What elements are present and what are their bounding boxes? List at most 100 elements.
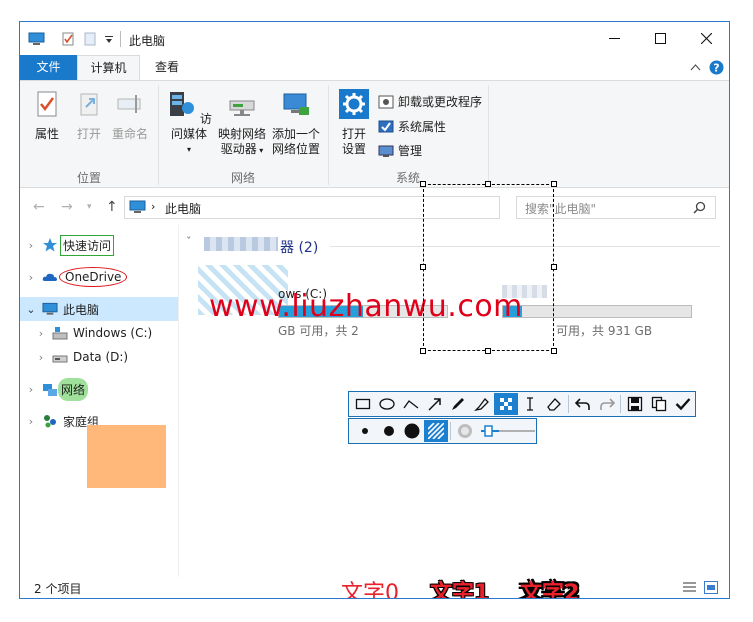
undo-icon — [574, 398, 590, 410]
save-button[interactable] — [623, 393, 647, 415]
selection-rectangle[interactable] — [423, 184, 554, 351]
breadcrumb-chevron-icon[interactable]: › — [151, 200, 155, 213]
chevron-right-icon[interactable]: › — [20, 383, 42, 396]
group-header[interactable]: 器 (2) — [280, 237, 318, 257]
resize-handle[interactable] — [420, 264, 426, 270]
up-arrow-icon[interactable]: ↑ — [106, 199, 118, 215]
properties-button[interactable]: 属性 — [30, 89, 64, 142]
resize-handle[interactable] — [420, 181, 426, 187]
system-properties-label: 系统属性 — [398, 120, 447, 134]
add-location-label-line2: 网络位置 — [271, 142, 320, 156]
large-icons-view-icon[interactable] — [704, 581, 718, 594]
close-button[interactable] — [683, 22, 729, 55]
new-folder-icon[interactable] — [83, 32, 97, 46]
mosaic-pattern-button[interactable] — [424, 420, 448, 442]
sidebar-item-label: Data (D:) — [73, 350, 129, 364]
open-button[interactable]: 打开 — [72, 89, 106, 142]
chevron-down-icon[interactable]: ˇ — [186, 235, 192, 248]
sidebar-item-quick-access[interactable]: › 快速访问 — [20, 233, 178, 257]
maximize-button[interactable] — [637, 22, 683, 55]
rename-button[interactable]: 重命名 — [110, 89, 150, 142]
copy-button[interactable] — [647, 393, 671, 415]
add-network-location-button[interactable]: 添加一个 网络位置 — [270, 89, 322, 157]
text-tool-button[interactable] — [518, 393, 542, 415]
line-tool-button[interactable] — [399, 393, 423, 415]
arrow-tool-button[interactable] — [423, 393, 447, 415]
minimize-icon — [608, 38, 620, 39]
network-drive-icon — [229, 100, 255, 116]
star-icon — [43, 238, 57, 252]
undo-button[interactable] — [571, 393, 595, 415]
system-properties-button[interactable]: 系统属性 — [378, 118, 446, 135]
manage-button[interactable]: 管理 — [378, 142, 422, 159]
uninstall-icon — [378, 95, 394, 108]
resize-handle[interactable] — [551, 181, 557, 187]
window-title: 此电脑 — [129, 34, 166, 48]
blur-strength-icon-button[interactable] — [453, 420, 477, 442]
slider-thumb[interactable] — [483, 425, 493, 437]
tab-view[interactable]: 查看 — [140, 55, 194, 80]
group-label-location: 位置 — [76, 171, 101, 185]
chevron-right-icon[interactable]: › — [20, 239, 42, 252]
map-drive-button[interactable]: 映射网络 驱动器 ▾ — [216, 89, 268, 158]
group-separator — [488, 85, 489, 185]
recent-chevron-icon[interactable]: ▾ — [87, 202, 92, 212]
mosaic-icon — [500, 398, 513, 410]
search-icon[interactable] — [693, 201, 706, 214]
sidebar-item-onedrive[interactable]: › OneDrive — [20, 265, 178, 289]
chevron-right-icon[interactable]: › — [30, 327, 52, 340]
brush-size-medium-button[interactable] — [377, 420, 401, 442]
redo-button[interactable] — [595, 393, 619, 415]
brush-size-small-button[interactable] — [353, 420, 377, 442]
large-dot-icon — [404, 423, 420, 439]
brush-size-large-button[interactable] — [400, 420, 424, 442]
manage-label: 管理 — [398, 144, 423, 158]
qat-dropdown-icon[interactable] — [104, 32, 114, 46]
rectangle-tool-button[interactable] — [351, 393, 375, 415]
properties-icon — [37, 91, 57, 117]
resize-handle[interactable] — [420, 348, 426, 354]
resize-handle[interactable] — [485, 348, 491, 354]
resize-handle[interactable] — [551, 348, 557, 354]
highlighter-tool-button[interactable] — [470, 393, 494, 415]
eraser-tool-button[interactable] — [542, 393, 566, 415]
mosaic-tool-button[interactable] — [494, 393, 519, 415]
chevron-right-icon[interactable]: › — [20, 271, 42, 284]
blur-strength-slider[interactable] — [479, 423, 536, 439]
ellipse-tool-button[interactable] — [375, 393, 399, 415]
resize-handle[interactable] — [551, 264, 557, 270]
drive-icon — [52, 355, 68, 363]
details-view-icon[interactable] — [682, 581, 697, 594]
minimize-button[interactable] — [591, 22, 637, 55]
access-media-button[interactable]: 访问媒体 ▾ — [164, 89, 214, 157]
collapse-ribbon-icon[interactable] — [690, 63, 701, 71]
sidebar-item-windows-c[interactable]: › Windows (C:) — [20, 321, 178, 345]
uninstall-button[interactable]: 卸载或更改程序 — [378, 93, 482, 110]
blur-icon — [457, 424, 472, 438]
ribbon: 属性 打开 重命名 位置 访问媒体 ▾ 映射网络 驱动器 ▾ 添加一个 网络位置… — [20, 80, 729, 188]
rectangle-icon — [355, 398, 371, 410]
properties-icon[interactable] — [61, 32, 75, 46]
breadcrumb[interactable]: 此电脑 — [165, 200, 201, 217]
chevron-right-icon[interactable]: › — [20, 415, 42, 428]
chevron-down-icon: ▾ — [256, 146, 264, 155]
tab-file[interactable]: 文件 — [20, 55, 77, 80]
sidebar-item-this-pc[interactable]: ⌄ 此电脑 — [20, 297, 178, 321]
tab-computer[interactable]: 计算机 — [77, 55, 140, 80]
chevron-right-icon[interactable]: › — [30, 351, 52, 364]
network-icon — [43, 384, 57, 396]
pen-tool-button[interactable] — [446, 393, 470, 415]
sidebar-item-network[interactable]: › 网络 — [20, 377, 178, 401]
resize-handle[interactable] — [485, 181, 491, 187]
chevron-down-icon[interactable]: ⌄ — [20, 303, 42, 316]
homegroup-icon — [44, 415, 56, 428]
sidebar-item-data-d[interactable]: › Data (D:) — [20, 345, 178, 369]
open-settings-button[interactable]: 打开 设置 — [334, 89, 374, 157]
help-icon[interactable]: ? — [709, 60, 724, 75]
forward-arrow-icon[interactable]: → — [61, 199, 73, 215]
back-arrow-icon[interactable]: ← — [33, 199, 45, 215]
sidebar-item-label: 此电脑 — [63, 302, 100, 317]
confirm-button[interactable] — [671, 393, 695, 415]
drive-icon — [52, 327, 68, 340]
settings-label-line2: 设置 — [341, 142, 366, 156]
